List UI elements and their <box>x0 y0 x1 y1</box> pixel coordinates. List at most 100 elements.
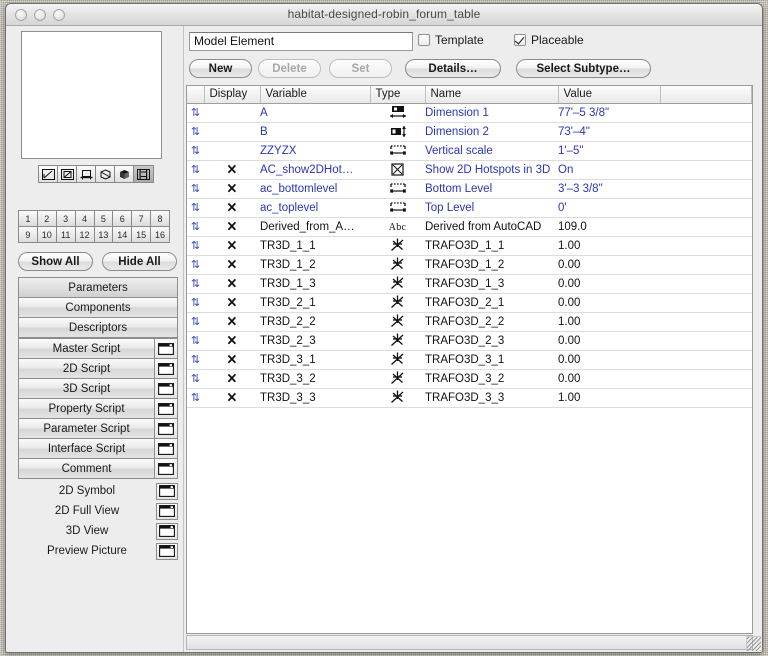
table-row[interactable]: ⇅ ✕ ac_bottomlevel Bottom Level 3'–3 3/8" <box>187 179 752 199</box>
value-cell[interactable]: 0.00 <box>558 274 660 294</box>
new-button[interactable]: New <box>189 59 252 78</box>
type-cell-transform-icon[interactable] <box>370 312 425 332</box>
row-reorder-handle[interactable]: ⇅ <box>187 388 204 408</box>
script-button-2d-script[interactable]: 2D Script <box>19 359 177 379</box>
window-icon[interactable] <box>155 419 177 438</box>
row-reorder-handle[interactable]: ⇅ <box>187 274 204 294</box>
name-cell[interactable]: Bottom Level <box>425 179 558 199</box>
display-toggle-cell[interactable]: ✕ <box>204 198 260 218</box>
display-toggle-cell[interactable] <box>204 103 260 123</box>
type-cell-dim-horizontal-icon[interactable] <box>370 103 425 123</box>
value-cell[interactable]: 0.00 <box>558 369 660 389</box>
name-cell[interactable]: TRAFO3D_2_1 <box>425 293 558 313</box>
script-button-interface-script[interactable]: Interface Script <box>19 439 177 459</box>
layer-cell-5[interactable]: 5 <box>94 211 113 226</box>
delete-button[interactable]: Delete <box>258 59 321 78</box>
view-item-2d-full-view[interactable]: 2D Full View <box>18 501 178 521</box>
display-toggle-cell[interactable] <box>204 141 260 161</box>
row-reorder-handle[interactable]: ⇅ <box>187 312 204 332</box>
section-view-icon[interactable] <box>77 166 96 182</box>
layer-cell-13[interactable]: 13 <box>94 227 113 242</box>
name-cell[interactable]: Top Level <box>425 198 558 218</box>
table-row[interactable]: ⇅ ✕ TR3D_3_1 TRAFO3D_3_1 0.00 <box>187 350 752 370</box>
row-reorder-handle[interactable]: ⇅ <box>187 122 204 142</box>
name-cell[interactable]: TRAFO3D_3_3 <box>425 388 558 408</box>
display-toggle-cell[interactable]: ✕ <box>204 388 260 408</box>
type-cell-dim-dashed-icon[interactable] <box>370 141 425 161</box>
type-cell-text-icon[interactable]: Abc <box>370 217 425 237</box>
view-mode-toolbar[interactable] <box>38 165 154 183</box>
row-reorder-handle[interactable]: ⇅ <box>187 236 204 256</box>
variable-cell[interactable]: TR3D_3_3 <box>260 388 370 408</box>
layer-cell-3[interactable]: 3 <box>56 211 75 226</box>
script-button-3d-script[interactable]: 3D Script <box>19 379 177 399</box>
hide-all-button[interactable]: Hide All <box>102 252 177 271</box>
layer-cell-1[interactable]: 1 <box>19 211 37 226</box>
script-button-comment[interactable]: Comment <box>19 459 177 478</box>
row-reorder-handle[interactable]: ⇅ <box>187 331 204 351</box>
display-toggle-cell[interactable]: ✕ <box>204 293 260 313</box>
type-cell-transform-icon[interactable] <box>370 236 425 256</box>
value-cell[interactable]: 1'–5" <box>558 141 660 161</box>
variable-cell[interactable]: AC_show2DHot… <box>260 160 370 180</box>
variable-cell[interactable]: TR3D_1_1 <box>260 236 370 256</box>
row-reorder-handle[interactable]: ⇅ <box>187 198 204 218</box>
variable-cell[interactable]: TR3D_2_1 <box>260 293 370 313</box>
window-icon[interactable] <box>156 542 178 560</box>
element-name-input[interactable]: Model Element <box>189 32 413 51</box>
name-cell[interactable]: TRAFO3D_1_2 <box>425 255 558 275</box>
table-row[interactable]: ⇅ ✕ TR3D_3_2 TRAFO3D_3_2 0.00 <box>187 369 752 389</box>
template-checkbox-box[interactable] <box>418 34 430 46</box>
display-toggle-cell[interactable]: ✕ <box>204 255 260 275</box>
value-cell[interactable]: On <box>558 160 660 180</box>
row-reorder-handle[interactable]: ⇅ <box>187 141 204 161</box>
name-cell[interactable]: Vertical scale <box>425 141 558 161</box>
column-header-blank-6[interactable] <box>660 86 752 104</box>
column-header-type[interactable]: Type <box>370 86 426 104</box>
name-cell[interactable]: TRAFO3D_2_2 <box>425 312 558 332</box>
script-button-master-script[interactable]: Master Script <box>19 339 177 359</box>
variable-cell[interactable]: ac_toplevel <box>260 198 370 218</box>
type-cell-transform-icon[interactable] <box>370 331 425 351</box>
layer-cell-15[interactable]: 15 <box>132 227 151 242</box>
name-cell[interactable]: TRAFO3D_3_2 <box>425 369 558 389</box>
layer-cell-8[interactable]: 8 <box>151 211 169 226</box>
window-icon[interactable] <box>155 439 177 458</box>
value-cell[interactable]: 73'–4" <box>558 122 660 142</box>
window-icon[interactable] <box>155 399 177 418</box>
table-row[interactable]: ⇅ ✕ TR3D_3_3 TRAFO3D_3_3 1.00 <box>187 388 752 408</box>
name-cell[interactable]: Show 2D Hotspots in 3D <box>425 160 558 180</box>
template-checkbox[interactable]: Template <box>418 33 484 47</box>
table-row[interactable]: ⇅ ✕ Derived_from_A… Abc Derived from AutoCAD… <box>187 217 752 237</box>
window-icon[interactable] <box>155 379 177 398</box>
parameter-table[interactable]: Display Variable Type Name Value ⇅ A Dimension… <box>186 85 753 634</box>
line-view-icon[interactable] <box>39 166 58 182</box>
window-icon[interactable] <box>156 502 178 520</box>
display-toggle-cell[interactable]: ✕ <box>204 217 260 237</box>
section-button-components[interactable]: Components <box>19 298 177 318</box>
variable-cell[interactable]: TR3D_1_3 <box>260 274 370 294</box>
variable-cell[interactable]: Derived_from_A… <box>260 217 370 237</box>
type-cell-dim-vertical-icon[interactable] <box>370 122 425 142</box>
layer-cell-16[interactable]: 16 <box>151 227 169 242</box>
name-cell[interactable]: TRAFO3D_3_1 <box>425 350 558 370</box>
layer-cell-6[interactable]: 6 <box>113 211 132 226</box>
value-cell[interactable]: 1.00 <box>558 312 660 332</box>
layer-cell-14[interactable]: 14 <box>113 227 132 242</box>
window-resize-grip[interactable] <box>746 636 761 651</box>
variable-cell[interactable]: A <box>260 103 370 123</box>
set-button[interactable]: Set <box>329 59 392 78</box>
row-reorder-handle[interactable]: ⇅ <box>187 103 204 123</box>
display-toggle-cell[interactable]: ✕ <box>204 369 260 389</box>
type-cell-transform-icon[interactable] <box>370 255 425 275</box>
column-header-variable[interactable]: Variable <box>260 86 371 104</box>
row-reorder-handle[interactable]: ⇅ <box>187 369 204 389</box>
variable-cell[interactable]: TR3D_3_1 <box>260 350 370 370</box>
table-row[interactable]: ⇅ A Dimension 1 77'–5 3/8" <box>187 103 752 123</box>
rect-view-icon[interactable] <box>58 166 77 182</box>
layer-cell-4[interactable]: 4 <box>75 211 94 226</box>
display-toggle-cell[interactable]: ✕ <box>204 331 260 351</box>
row-reorder-handle[interactable]: ⇅ <box>187 255 204 275</box>
value-cell[interactable]: 0.00 <box>558 255 660 275</box>
name-cell[interactable]: Dimension 2 <box>425 122 558 142</box>
